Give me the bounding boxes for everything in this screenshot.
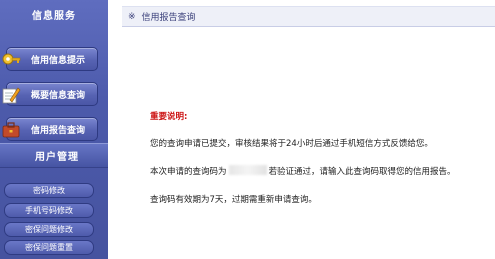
- sidebar-item-label: 概要信息查询: [30, 90, 85, 101]
- sidebar-item-credit-report-query[interactable]: 信用报告查询: [2, 117, 98, 141]
- sidebar-item-label: 密保问题修改: [25, 225, 73, 234]
- query-code-suffix: 若验证通过，请输入此查询码取得您的信用报告。: [268, 167, 456, 177]
- key-icon: [2, 53, 21, 65]
- query-code-redacted: [228, 165, 267, 175]
- sidebar-item-credit-hint[interactable]: 信用信息提示: [2, 47, 98, 71]
- sidebar: 信息服务 信用信息提示 概要信息查询 信用报告查询 用户管理 密码修改 手机号码…: [0, 0, 108, 259]
- sidebar-item-label: 密保问题重置: [25, 243, 73, 252]
- notice-line-validity: 查询码有效期为7天，过期需重新申请查询。: [150, 195, 317, 205]
- query-code-prefix: 本次申请的查询码为: [150, 167, 227, 177]
- section-header-user-management: 用户管理: [0, 143, 108, 168]
- section-title: 信息服务: [32, 11, 76, 22]
- sidebar-item-label: 信用信息提示: [30, 55, 85, 66]
- page-title: 信用报告查询: [141, 13, 196, 23]
- section-header-info-services: 信息服务: [0, 2, 108, 27]
- title-marker-icon: ※: [128, 11, 136, 22]
- sidebar-item-reset-security-question[interactable]: 密保问题重置: [4, 240, 94, 255]
- pencil-icon: [2, 87, 21, 104]
- sidebar-item-change-security-question[interactable]: 密保问题修改: [4, 222, 94, 237]
- notice-line-query-code: 本次申请的查询码为 若验证通过，请输入此查询码取得您的信用报告。: [150, 165, 456, 177]
- briefcase-icon: [2, 122, 20, 138]
- sidebar-item-summary-query[interactable]: 概要信息查询: [2, 82, 98, 106]
- sidebar-item-change-phone[interactable]: 手机号码修改: [4, 203, 94, 218]
- sidebar-item-label: 信用报告查询: [30, 125, 85, 136]
- sidebar-item-change-password[interactable]: 密码修改: [4, 183, 94, 198]
- notice-line-submitted: 您的查询申请已提交，审核结果将于24小时后通过手机短信方式反馈给您。: [150, 139, 433, 149]
- notice-heading: 重要说明:: [150, 112, 188, 122]
- sidebar-item-label: 手机号码修改: [25, 206, 73, 215]
- page-header: ※ 信用报告查询: [122, 6, 495, 27]
- sidebar-divider: [108, 0, 122, 259]
- section-title: 用户管理: [35, 152, 79, 163]
- sidebar-item-label: 密码修改: [33, 186, 65, 195]
